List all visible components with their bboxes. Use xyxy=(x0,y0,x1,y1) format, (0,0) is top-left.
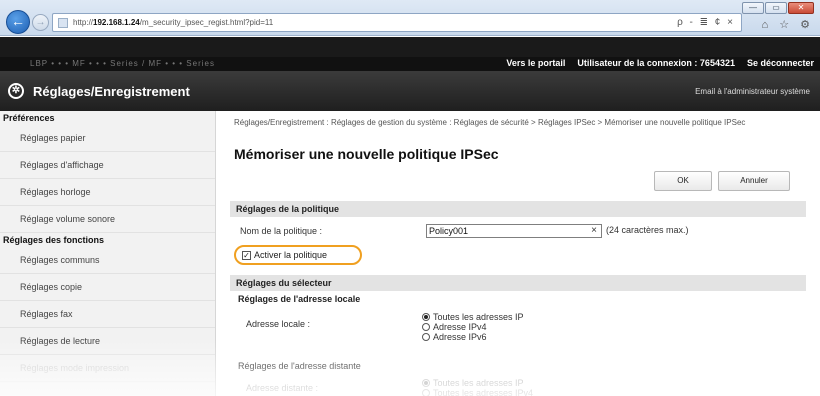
ok-button[interactable]: OK xyxy=(654,171,712,191)
radio-remote-all[interactable] xyxy=(422,379,430,387)
login-user: Utilisateur de la connexion : 7654321 xyxy=(577,58,735,68)
local-radio-ipv4[interactable]: Adresse IPv4 xyxy=(422,322,487,332)
sidebar-item-print[interactable]: Réglages mode impression xyxy=(0,355,215,382)
page-title: Mémoriser une nouvelle politique IPSec xyxy=(234,146,499,162)
radio-remote-ipv4[interactable] xyxy=(422,389,430,396)
sidebar-item-scan[interactable]: Réglages de lecture xyxy=(0,328,215,355)
logout-link[interactable]: Se déconnecter xyxy=(747,58,814,68)
email-admin-link[interactable]: Email à l'administrateur système xyxy=(695,87,810,96)
remote-radio-ipv4[interactable]: Toutes les adresses IPv4 xyxy=(422,388,533,396)
sidebar-item-display[interactable]: Réglages d'affichage xyxy=(0,152,215,179)
policy-name-value: Policy001 xyxy=(429,226,469,236)
address-bar[interactable]: http://192.168.1.24/m_security_ipsec_reg… xyxy=(52,13,742,32)
sidebar-item-volume[interactable]: Réglage volume sonore xyxy=(0,206,215,233)
clear-icon[interactable]: × xyxy=(591,225,597,236)
forward-arrow-icon[interactable]: → xyxy=(32,14,49,31)
device-name: LBP • • • MF • • • Series / MF • • • Ser… xyxy=(30,59,215,68)
policy-name-hint: (24 caractères max.) xyxy=(606,225,689,235)
sidebar-item-paper[interactable]: Réglages papier xyxy=(0,125,215,152)
portal-bar: LBP • • • MF • • • Series / MF • • • Ser… xyxy=(0,57,820,71)
sidebar: Préférences Réglages papier Réglages d'a… xyxy=(0,111,216,396)
enable-policy-checkbox[interactable]: ✓ xyxy=(242,251,251,260)
settings-gear-icon: ✲ xyxy=(8,83,24,99)
portal-link[interactable]: Vers le portail xyxy=(506,58,565,68)
local-address-label: Adresse locale : xyxy=(246,319,311,329)
sidebar-section-functions: Réglages des fonctions xyxy=(3,235,105,245)
cancel-button[interactable]: Annuler xyxy=(718,171,790,191)
policy-name-input[interactable]: Policy001 × xyxy=(426,224,602,238)
page-header: ✲ Réglages/Enregistrement Email à l'admi… xyxy=(0,71,820,111)
header-title: Réglages/Enregistrement xyxy=(33,84,190,99)
radio-all-ip[interactable] xyxy=(422,313,430,321)
remote-address-label: Adresse distante : xyxy=(246,383,319,393)
url-text: http://192.168.1.24/m_security_ipsec_reg… xyxy=(73,18,274,27)
close-window-button[interactable]: ✕ xyxy=(788,2,814,14)
remote-radio-all[interactable]: Toutes les adresses IP xyxy=(422,378,524,388)
radio-ipv6[interactable] xyxy=(422,333,430,341)
enable-policy-label[interactable]: Activer la politique xyxy=(254,250,327,260)
maximize-button[interactable]: ▭ xyxy=(765,2,787,14)
sidebar-section-preferences: Préférences xyxy=(3,113,55,123)
policy-settings-header: Réglages de la politique xyxy=(230,201,806,217)
sidebar-item-common[interactable]: Réglages communs xyxy=(0,247,215,274)
back-arrow-icon[interactable]: ← xyxy=(6,10,30,34)
sidebar-item-fax[interactable]: Réglages fax xyxy=(0,301,215,328)
sidebar-item-clock[interactable]: Réglages horloge xyxy=(0,179,215,206)
breadcrumb: Réglages/Enregistrement : Réglages de ge… xyxy=(234,118,746,127)
home-star-gear-icons[interactable]: ⌂ ☆ ⚙ xyxy=(762,18,814,31)
page-icon xyxy=(58,18,68,28)
browser-chrome: — ▭ ✕ ← → http://192.168.1.24/m_security… xyxy=(0,0,820,36)
search-refresh-icons[interactable]: ρ - ≣ ¢ × xyxy=(677,17,735,28)
minimize-button[interactable]: — xyxy=(742,2,764,14)
window-controls: — ▭ ✕ xyxy=(742,2,814,14)
local-radio-ipv6[interactable]: Adresse IPv6 xyxy=(422,332,487,342)
tab-strip xyxy=(0,37,820,57)
sidebar-item-copy[interactable]: Réglages copie xyxy=(0,274,215,301)
policy-name-label: Nom de la politique : xyxy=(240,226,323,236)
selector-settings-header: Réglages du sélecteur xyxy=(230,275,806,291)
local-address-subheader: Réglages de l'adresse locale xyxy=(238,294,361,304)
enable-policy-highlight: ✓ Activer la politique xyxy=(234,245,362,265)
local-radio-all[interactable]: Toutes les adresses IP xyxy=(422,312,524,322)
main-content: Réglages/Enregistrement : Réglages de ge… xyxy=(226,111,820,396)
remote-address-subheader: Réglages de l'adresse distante xyxy=(238,361,361,371)
radio-ipv4[interactable] xyxy=(422,323,430,331)
